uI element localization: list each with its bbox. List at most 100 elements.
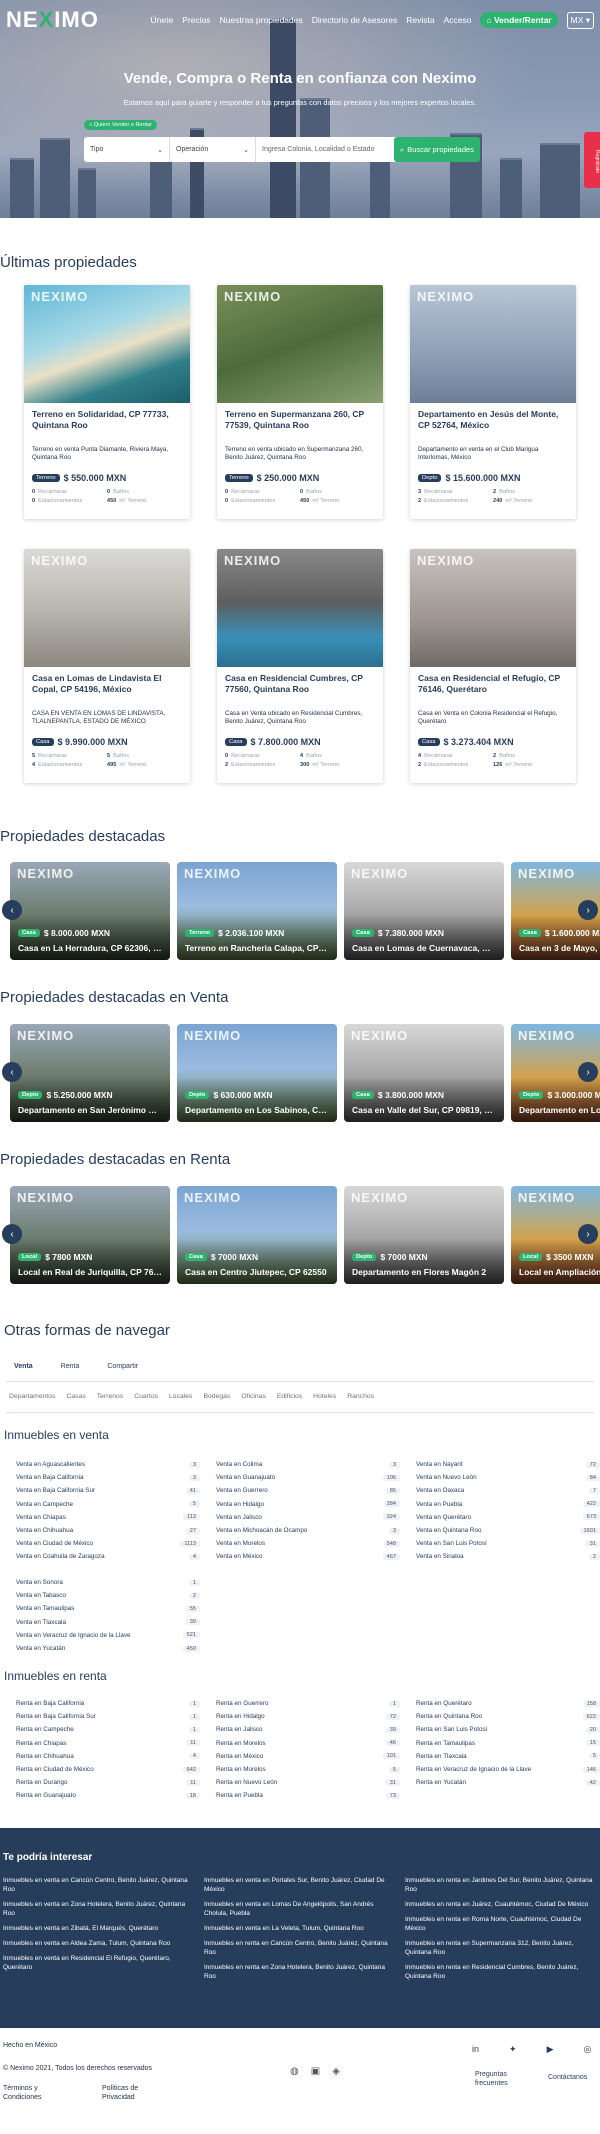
register-side-tab[interactable]: Regístrate: [584, 132, 600, 188]
location-link[interactable]: Renta en Guerrero 1: [216, 1697, 400, 1710]
property-title[interactable]: Terreno en Solidaridad, CP 77733, Quinta…: [32, 409, 182, 442]
interest-link[interactable]: Inmuebles en venta en Residencial El Ref…: [3, 1954, 195, 1972]
carousel-prev-button[interactable]: ‹: [2, 1224, 22, 1244]
language-selector[interactable]: MX ▾: [566, 11, 594, 29]
interest-link[interactable]: Inmuebles en renta en Cancún Centro, Ben…: [204, 1939, 396, 1957]
linkedin-icon[interactable]: in: [472, 2044, 479, 2055]
carousel-next-button[interactable]: ›: [578, 1062, 598, 1082]
category-link[interactable]: Hoteles: [313, 1393, 336, 1400]
nav-prices[interactable]: Precios: [182, 15, 210, 25]
interest-link[interactable]: Inmuebles en venta en La Veleta, Tulum, …: [204, 1924, 396, 1933]
location-link[interactable]: Renta en Chiapas 11: [16, 1737, 200, 1750]
location-link[interactable]: Venta en Campeche 5: [16, 1498, 200, 1511]
tab-sale[interactable]: Venta: [14, 1363, 33, 1370]
location-link[interactable]: Venta en Oaxaca 7: [416, 1484, 600, 1497]
property-card[interactable]: NEXIMO Casa en Lomas de Lindavista El Co…: [24, 549, 190, 783]
location-link[interactable]: Venta en Nayarit 72: [416, 1458, 600, 1471]
location-link[interactable]: Venta en Aguascalientes 3: [16, 1458, 200, 1471]
location-link[interactable]: Venta en Chiapas 113: [16, 1511, 200, 1524]
location-link[interactable]: Renta en Morelos 5: [216, 1763, 400, 1776]
property-photo[interactable]: NEXIMO: [24, 549, 190, 667]
category-link[interactable]: Casas: [66, 1393, 85, 1400]
featured-property-card[interactable]: NEXIMO Casa $ 7.380.000 MXN Casa en Lomas…: [344, 862, 504, 960]
neximo-logo[interactable]: NEXIMO: [6, 7, 99, 33]
carousel-prev-button[interactable]: ‹: [2, 1062, 22, 1082]
location-link[interactable]: Venta en Baja California 3: [16, 1471, 200, 1484]
interest-link[interactable]: Inmuebles en venta en Zona Hotelera, Ben…: [3, 1900, 195, 1918]
property-title[interactable]: Departamento en Jesús del Monte, CP 5276…: [418, 409, 568, 442]
location-link[interactable]: Renta en Puebla 73: [216, 1789, 400, 1802]
tab-rent[interactable]: Renta: [61, 1363, 80, 1370]
interest-link[interactable]: Inmuebles en renta en Zona Hotelera, Ben…: [204, 1963, 396, 1981]
location-link[interactable]: Renta en Ciudad de México 642: [16, 1763, 200, 1776]
featured-property-card[interactable]: NEXIMO Casa $ 8.000.000 MXN Casa en La He…: [10, 862, 170, 960]
featured-property-card[interactable]: NEXIMO Casa $ 7000 MXN Casa en Centro Jiu…: [177, 1186, 337, 1284]
location-link[interactable]: Venta en Sinaloa 2: [416, 1550, 600, 1563]
location-link[interactable]: Venta en Baja California Sur 41: [16, 1484, 200, 1497]
featured-property-card[interactable]: NEXIMO Terreno $ 2.036.100 MXN Terreno en…: [177, 862, 337, 960]
property-photo[interactable]: NEXIMO: [24, 285, 190, 403]
category-link[interactable]: Terrenos: [97, 1393, 123, 1400]
location-link[interactable]: Renta en México 101: [216, 1750, 400, 1763]
property-photo[interactable]: NEXIMO: [217, 285, 383, 403]
location-link[interactable]: Renta en Morelos 46: [216, 1737, 400, 1750]
property-title[interactable]: Casa en Residencial Cumbres, CP 77560, Q…: [225, 673, 375, 706]
location-link[interactable]: Venta en Morelos 548: [216, 1537, 400, 1550]
tab-share[interactable]: Compartir: [107, 1363, 138, 1370]
featured-property-card[interactable]: NEXIMO Local $ 7800 MXN Local en Real de …: [10, 1186, 170, 1284]
featured-property-card[interactable]: NEXIMO Depto $ 630.000 MXN Departamento e…: [177, 1024, 337, 1122]
location-link[interactable]: Venta en Guerrero 85: [216, 1484, 400, 1497]
location-link[interactable]: Venta en México 467: [216, 1550, 400, 1563]
interest-link[interactable]: Inmuebles en venta en Aldea Zama, Tulum,…: [3, 1939, 195, 1948]
interest-link[interactable]: Inmuebles en renta en Residencial Cumbre…: [405, 1963, 597, 1981]
location-link[interactable]: Venta en Sonora 1: [16, 1576, 200, 1589]
location-link[interactable]: Renta en Jalisco 39: [216, 1723, 400, 1736]
location-link[interactable]: Venta en Tabasco 2: [16, 1589, 200, 1602]
property-title[interactable]: Terreno en Supermanzana 260, CP 77539, Q…: [225, 409, 375, 442]
terms-link[interactable]: Términos y Condiciones: [3, 2084, 58, 2102]
sell-rent-button[interactable]: ⌂ Vender/Rentar: [480, 12, 558, 28]
interest-link[interactable]: Inmuebles en renta en Supermanzana 312, …: [405, 1939, 597, 1957]
location-link[interactable]: Venta en Nuevo León 84: [416, 1471, 600, 1484]
location-link[interactable]: Renta en Tlaxcala 5: [416, 1750, 600, 1763]
location-link[interactable]: Renta en Guanajuato 18: [16, 1789, 200, 1802]
interest-link[interactable]: Inmuebles en venta en Zibatá, El Marqués…: [3, 1924, 195, 1933]
property-card[interactable]: NEXIMO Terreno en Supermanzana 260, CP 7…: [217, 285, 383, 519]
property-card[interactable]: NEXIMO Casa en Residencial el Refugio, C…: [410, 549, 576, 783]
location-link[interactable]: Venta en Tamaulipas 55: [16, 1602, 200, 1615]
property-photo[interactable]: NEXIMO: [217, 549, 383, 667]
location-link[interactable]: Venta en Tlaxcala 39: [16, 1616, 200, 1629]
location-link[interactable]: Renta en Nuevo León 31: [216, 1776, 400, 1789]
location-link[interactable]: Renta en Baja California 1: [16, 1697, 200, 1710]
location-link[interactable]: Venta en Ciudad de México 1113: [16, 1537, 200, 1550]
location-link[interactable]: Venta en Querétaro 673: [416, 1511, 600, 1524]
location-link[interactable]: Renta en Durango 11: [16, 1776, 200, 1789]
location-link[interactable]: Renta en Yucatán 42: [416, 1776, 600, 1789]
location-link[interactable]: Venta en Veracruz de Ignacio de la Llave…: [16, 1629, 200, 1642]
location-link[interactable]: Venta en San Luis Potosí 31: [416, 1537, 600, 1550]
property-title[interactable]: Casa en Lomas de Lindavista El Copal, CP…: [32, 673, 182, 706]
interest-link[interactable]: Inmuebles en venta en Lomas De Angelópol…: [204, 1900, 396, 1918]
location-link[interactable]: Venta en Chihuahua 27: [16, 1524, 200, 1537]
property-card[interactable]: NEXIMO Departamento en Jesús del Monte, …: [410, 285, 576, 519]
featured-property-card[interactable]: NEXIMO Casa $ 3.800.000 MXN Casa en Valle…: [344, 1024, 504, 1122]
property-card[interactable]: NEXIMO Terreno en Solidaridad, CP 77733,…: [24, 285, 190, 519]
category-link[interactable]: Bodegas: [203, 1393, 230, 1400]
operation-select[interactable]: Operación ⌄: [170, 137, 256, 162]
property-photo[interactable]: NEXIMO: [410, 285, 576, 403]
nav-magazine[interactable]: Revista: [406, 15, 434, 25]
nav-join[interactable]: Únete: [151, 15, 174, 25]
category-link[interactable]: Oficinas: [241, 1393, 266, 1400]
location-link[interactable]: Venta en Guanajuato 106: [216, 1471, 400, 1484]
location-link[interactable]: Renta en Querétaro 158: [416, 1697, 600, 1710]
location-link[interactable]: Renta en Campeche 1: [16, 1723, 200, 1736]
nav-properties[interactable]: Nuestras propiedades: [220, 15, 303, 25]
location-link[interactable]: Renta en Veracruz de Ignacio de la Llave…: [416, 1763, 600, 1776]
youtube-icon[interactable]: ▶: [547, 2044, 554, 2055]
category-link[interactable]: Cuartos: [134, 1393, 158, 1400]
location-link[interactable]: Venta en Jalisco 324: [216, 1511, 400, 1524]
interest-link[interactable]: Inmuebles en renta en Jardines Del Sur, …: [405, 1876, 597, 1894]
interest-link[interactable]: Inmuebles en venta en Cancún Centro, Ben…: [3, 1876, 195, 1894]
search-properties-button[interactable]: ⌕ Buscar propiedades: [394, 137, 480, 162]
category-link[interactable]: Departamentos: [9, 1393, 55, 1400]
